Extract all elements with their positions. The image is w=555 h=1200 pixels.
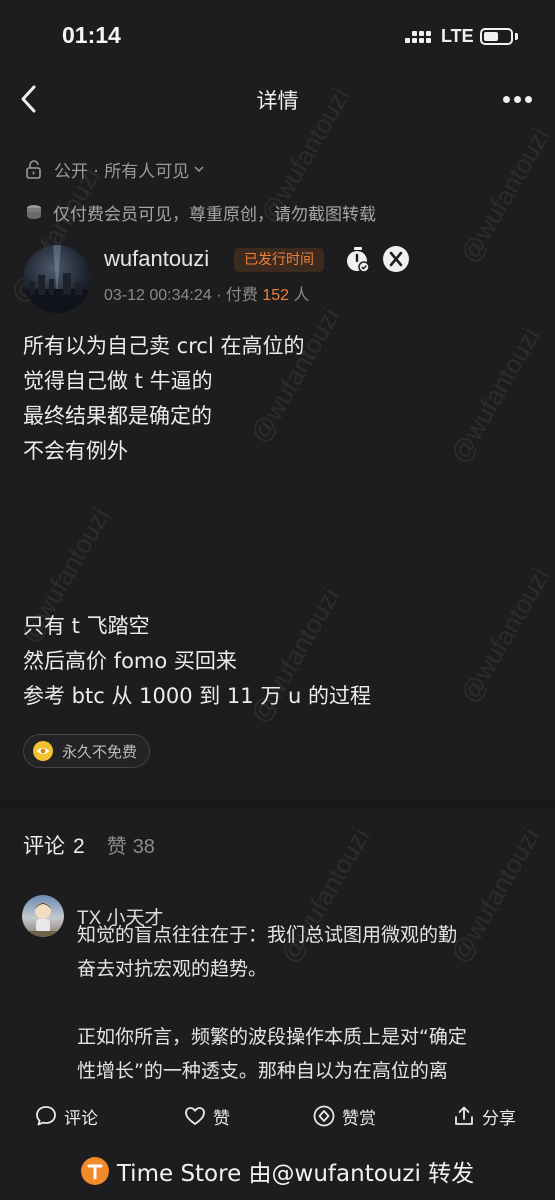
comment-text-line: 知觉的盲点往往在于：我们总试图用微观的勤 [77,924,458,946]
post-text-line: 所有以为自己卖 crcl 在高位的 [23,334,305,358]
more-options-icon[interactable] [503,96,533,104]
post-text-line [23,574,533,609]
unlock-icon [26,160,41,179]
post-text-line: 参考 btc 从 1000 到 11 万 u 的过程 [23,684,371,708]
post-text-line [23,504,533,539]
comments-header: 评论 2 赞 38 [23,830,155,860]
comments-count: 2 [73,835,85,858]
bottom-action-bar: 评论 赞 赞赏 分享 Time Store 由@wufantouzi 转发 [0,1084,555,1200]
post-meta: 03-12 00:34:24 · 付费 152 人 [104,281,310,305]
paid-notice-text: 仅付费会员可见，尊重原创，请勿截图转载 [53,204,376,225]
author-badge: 已发行时间 [234,248,324,272]
repost-footer: Time Store 由@wufantouzi 转发 [0,1153,555,1189]
timer-icon[interactable] [345,246,371,274]
tag-label: 永久不免费 [62,742,138,761]
visibility-label: 公开 · 所有人可见 [54,161,190,182]
time-store-logo-icon [80,1157,109,1185]
comment-text-line: 正如你所言，频繁的波段操作本质上是对“确定 [77,1026,467,1048]
eye-icon [33,741,53,761]
post-text-line: 只有 t 飞踏空 [23,614,150,638]
likes-count: 38 [132,836,155,858]
post-text-line [23,469,533,504]
paid-notice: 仅付费会员可见，尊重原创，请勿截图转载 [24,198,376,226]
network-type: LTE [441,26,474,46]
share-icon [455,1106,473,1125]
post-text-line: 最终结果都是确定的 [23,404,212,428]
paid-prefix: · 付费 [216,287,258,304]
commenter-avatar[interactable] [22,895,64,937]
status-time: 01:14 [62,22,121,48]
visibility-selector[interactable]: 公开 · 所有人可见 [24,155,205,183]
likes-tab[interactable]: 赞 [107,830,127,859]
comment-bubble-icon [36,1106,56,1126]
post-body: 所有以为自己卖 crcl 在高位的 觉得自己做 t 牛逼的 最终结果都是确定的 不会有… [23,329,533,714]
comment-button[interactable]: 评论 [34,1101,98,1131]
post-text-line: 觉得自己做 t 牛逼的 [23,369,213,393]
post-timestamp: 03-12 00:34:24 [104,287,212,304]
chevron-down-icon [194,166,204,173]
watermark: @wufantouzi [454,122,555,269]
like-button[interactable]: 赞 [183,1101,230,1131]
comments-title[interactable]: 评论 [23,830,65,860]
author-name[interactable]: wufantouzi [104,246,209,272]
battery-tip [515,33,518,40]
page-title: 详情 [256,89,299,113]
reward-icon [313,1105,335,1127]
comment-text-line: 奋去对抗宏观的趋势。 [77,958,268,980]
cellular-signal-icon [405,30,435,46]
battery-icon [480,28,513,45]
paid-count: 152 [262,287,290,304]
heart-icon [185,1107,205,1125]
post-text-line: 不会有例外 [23,439,128,463]
coins-icon [27,205,41,219]
post-text-line [23,539,533,574]
author-avatar[interactable] [23,245,91,313]
post-text-line: 然后高价 fomo 买回来 [23,649,237,673]
x-logo-icon[interactable] [383,246,409,272]
comment-body: 知觉的盲点往往在于：我们总试图用微观的勤 奋去对抗宏观的趋势。正如你所言，频繁的波… [77,918,537,1088]
reward-label: 赞赏 [342,1108,376,1129]
section-divider [0,800,555,808]
avatar-image [23,245,91,313]
tag-pill[interactable]: 永久不免费 [23,734,151,768]
battery-level [484,32,498,41]
comment-text-line [77,986,537,1020]
status-bar: 01:14 LTE [0,0,555,72]
comment-label: 评论 [64,1108,98,1129]
reward-button[interactable]: 赞赏 [312,1101,376,1131]
repost-text: Time Store 由@wufantouzi 转发 [116,1161,475,1187]
nav-bar: 详情 [0,72,555,128]
comment-text-line: 性增长”的一种透支。那种自以为在高位的离 [77,1060,448,1082]
paid-suffix: 人 [293,287,310,304]
like-label: 赞 [213,1108,230,1129]
commenter-avatar-image [22,903,64,937]
share-button[interactable]: 分享 [452,1101,516,1131]
share-label: 分享 [482,1108,516,1129]
